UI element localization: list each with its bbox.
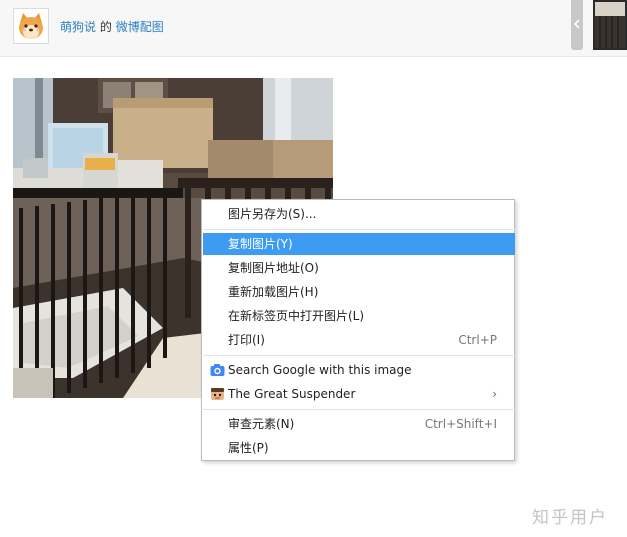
post-source-line: 萌狗说 的 微博配图 — [60, 18, 164, 35]
menu-item-inspect-element[interactable]: 审查元素(N) Ctrl+Shift+I — [203, 413, 515, 435]
menu-item-open-image-new-tab[interactable]: 在新标签页中打开图片(L) — [203, 305, 515, 327]
watermark: 知乎用户 — [532, 508, 608, 528]
chevron-right-icon: › — [492, 387, 497, 401]
post-header: 萌狗说 的 微博配图 — [0, 0, 627, 57]
shiba-avatar-icon — [14, 9, 48, 43]
username-link[interactable]: 萌狗说 — [60, 20, 96, 34]
suspender-icon — [211, 388, 224, 400]
menu-separator — [203, 409, 515, 410]
thumbnail-image[interactable] — [593, 0, 627, 50]
menu-item-copy-image[interactable]: 复制图片(Y) — [203, 233, 515, 255]
menu-item-label: 复制图片地址(O) — [228, 261, 319, 275]
collapse-tab[interactable] — [571, 0, 583, 50]
menu-item-label: The Great Suspender — [228, 387, 356, 401]
camera-icon — [210, 364, 225, 376]
menu-separator — [203, 355, 515, 356]
menu-item-label: 审查元素(N) — [228, 417, 295, 431]
menu-item-label: Search Google with this image — [228, 363, 412, 377]
page: 萌狗说 的 微博配图 图片另存为(S)... 复制图片(Y) 复制图片地址(O)… — [0, 0, 627, 537]
menu-item-save-image-as[interactable]: 图片另存为(S)... — [203, 203, 515, 225]
menu-item-label: 属性(P) — [228, 441, 269, 455]
menu-item-label: 图片另存为(S)... — [228, 207, 317, 221]
source-connector: 的 — [99, 20, 112, 34]
avatar[interactable] — [13, 8, 49, 44]
context-menu: 图片另存为(S)... 复制图片(Y) 复制图片地址(O) 重新加载图片(H) … — [201, 199, 515, 461]
menu-separator — [203, 229, 515, 230]
menu-item-shortcut: Ctrl+P — [458, 333, 497, 347]
thumbnail-photo-icon — [595, 2, 625, 48]
menu-item-label: 打印(I) — [228, 333, 265, 347]
menu-item-label: 重新加载图片(H) — [228, 285, 319, 299]
menu-item-reload-image[interactable]: 重新加载图片(H) — [203, 281, 515, 303]
source-link[interactable]: 微博配图 — [116, 20, 164, 34]
menu-item-copy-image-address[interactable]: 复制图片地址(O) — [203, 257, 515, 279]
menu-item-properties[interactable]: 属性(P) — [203, 437, 515, 459]
chevron-left-icon — [573, 19, 580, 29]
menu-item-label: 在新标签页中打开图片(L) — [228, 309, 365, 323]
menu-item-label: 复制图片(Y) — [228, 237, 293, 251]
menu-item-print[interactable]: 打印(I) Ctrl+P — [203, 329, 515, 351]
menu-item-shortcut: Ctrl+Shift+I — [424, 417, 497, 431]
menu-item-great-suspender[interactable]: The Great Suspender › — [203, 383, 515, 405]
menu-item-search-google-image[interactable]: Search Google with this image — [203, 359, 515, 381]
